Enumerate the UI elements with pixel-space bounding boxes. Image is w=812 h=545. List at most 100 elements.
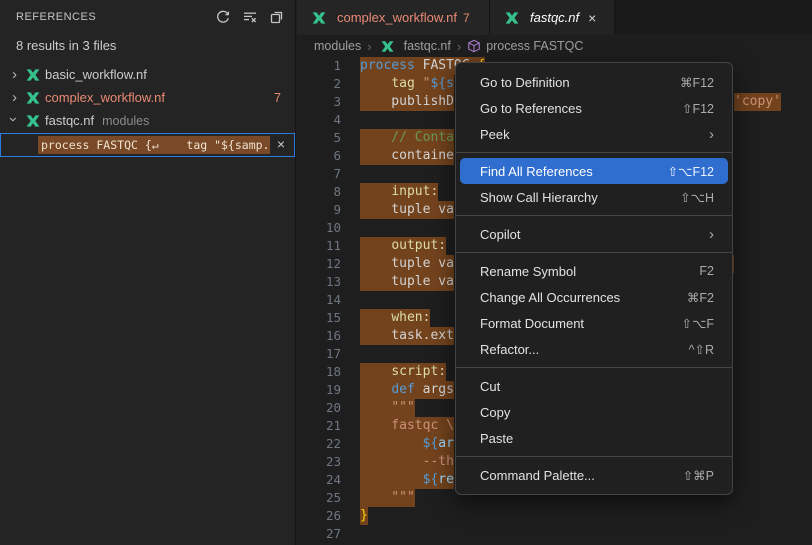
nextflow-icon: [380, 39, 395, 54]
menu-item-copy[interactable]: Copy: [456, 399, 732, 425]
code-line-text[interactable]: def args: [360, 381, 454, 399]
line-number: 2: [297, 75, 341, 93]
menu-item-shortcut: ⇧⌥H: [680, 190, 714, 205]
menu-item-shortcut: F2: [699, 264, 714, 278]
menu-item-peek[interactable]: Peek›: [456, 121, 732, 147]
menu-item-find-all-references[interactable]: Find All References⇧⌥F12: [460, 158, 728, 184]
menu-item-copilot[interactable]: Copilot›: [456, 221, 732, 247]
code-fragment-line-3: 'copy': [734, 93, 781, 111]
code-token: when:: [391, 310, 430, 325]
menu-item-label: Paste: [480, 431, 714, 446]
line-number: 26: [297, 507, 341, 525]
code-line-text[interactable]: // Conta: [360, 129, 454, 147]
code-line-text[interactable]: script:: [360, 363, 446, 381]
code-line-text[interactable]: """: [360, 489, 415, 507]
code-line-text[interactable]: publishD: [360, 93, 454, 111]
breadcrumb-label: modules: [314, 39, 361, 53]
tab-label: complex_workflow.nf: [337, 10, 457, 25]
breadcrumb-item-process-FASTQC[interactable]: process FASTQC: [467, 39, 583, 53]
code-line-text[interactable]: output:: [360, 237, 446, 255]
nextflow-icon: [25, 113, 41, 129]
menu-item-cut[interactable]: Cut: [456, 373, 732, 399]
code-line-text[interactable]: tuple va: [360, 273, 454, 291]
tab-complex-workflow[interactable]: complex_workflow.nf 7: [297, 0, 490, 35]
code-token: }: [360, 508, 368, 523]
code-line-text[interactable]: tuple va: [360, 201, 454, 219]
code-token: """: [360, 490, 415, 505]
line-number: 6: [297, 147, 341, 165]
code-line-text[interactable]: input:: [360, 183, 438, 201]
chevron-down-icon[interactable]: ›: [2, 111, 25, 128]
menu-item-show-call-hierarchy[interactable]: Show Call Hierarchy⇧⌥H: [456, 184, 732, 210]
menu-item-shortcut: ⇧⌥F: [681, 316, 714, 331]
code-line-text[interactable]: containe: [360, 147, 454, 165]
tree-file-row-complex_workflow-nf[interactable]: ›complex_workflow.nf7: [0, 86, 295, 109]
code-token: fastqc \: [360, 418, 454, 433]
menu-item-shortcut: ⌘F12: [680, 75, 714, 90]
line-number: 23: [297, 453, 341, 471]
line-number: 20: [297, 399, 341, 417]
code-token: task.ext: [360, 328, 454, 343]
line-number: 4: [297, 111, 341, 129]
menu-item-rename-symbol[interactable]: Rename SymbolF2: [456, 258, 732, 284]
code-line-text[interactable]: """: [360, 399, 415, 417]
menu-item-go-to-definition[interactable]: Go to Definition⌘F12: [456, 69, 732, 95]
code-line-text[interactable]: tuple va: [360, 255, 454, 273]
tab-label: fastqc.nf: [530, 10, 579, 25]
code-line-text[interactable]: fastqc \: [360, 417, 454, 435]
code-token: tag: [391, 76, 414, 91]
line-number: 25: [297, 489, 341, 507]
menu-item-refactor[interactable]: Refactor...^⇧R: [456, 336, 732, 362]
line-number: 9: [297, 201, 341, 219]
tree-file-row-basic_workflow-nf[interactable]: ›basic_workflow.nf: [0, 63, 295, 86]
chevron-right-icon[interactable]: ›: [6, 63, 23, 86]
menu-item-paste[interactable]: Paste: [456, 425, 732, 451]
code-token: output:: [391, 238, 446, 253]
code-token: --th: [360, 454, 454, 469]
code-token: // Conta: [360, 130, 454, 145]
breadcrumb-separator-icon: ›: [457, 39, 461, 54]
menu-item-go-to-references[interactable]: Go to References⇧F12: [456, 95, 732, 121]
menu-item-label: Go to Definition: [480, 75, 680, 90]
menu-item-change-all-occurrences[interactable]: Change All Occurrences⌘F2: [456, 284, 732, 310]
breadcrumb-item-modules[interactable]: modules: [314, 39, 361, 53]
menu-separator: [456, 367, 732, 368]
menu-item-label: Find All References: [480, 164, 668, 179]
menu-separator: [456, 252, 732, 253]
line-number: 21: [297, 417, 341, 435]
references-sidebar: REFERENCES 8 results in 3 files ›basic_w…: [0, 0, 296, 545]
chevron-right-icon[interactable]: ›: [6, 86, 23, 109]
clear-all-icon[interactable]: [240, 7, 260, 27]
code-line-text[interactable]: }: [360, 507, 368, 525]
menu-item-format-document[interactable]: Format Document⇧⌥F: [456, 310, 732, 336]
nextflow-icon: [311, 10, 327, 26]
code-line-text[interactable]: when:: [360, 309, 430, 327]
code-line-text[interactable]: --th: [360, 453, 454, 471]
reference-result-item[interactable]: process FASTQC {↵ tag "${samp... ×: [0, 133, 295, 157]
menu-item-shortcut: ⌘F2: [687, 290, 714, 305]
refresh-icon[interactable]: [213, 7, 233, 27]
dismiss-result-icon[interactable]: ×: [277, 136, 285, 152]
breadcrumb-item-fastqc-nf[interactable]: fastqc.nf: [378, 39, 451, 54]
code-line-text[interactable]: ${re: [360, 471, 454, 489]
tree-file-row-fastqc-nf[interactable]: ›fastqc.nfmodules: [0, 109, 295, 132]
code-token: def: [391, 382, 414, 397]
submenu-chevron-icon: ›: [709, 126, 714, 143]
references-toolbar: [213, 7, 287, 27]
menu-item-label: Rename Symbol: [480, 264, 699, 279]
references-header: REFERENCES: [0, 0, 295, 34]
code-token: [360, 364, 391, 379]
results-summary: 8 results in 3 files: [0, 34, 295, 61]
tab-fastqc[interactable]: fastqc.nf ×: [490, 0, 615, 35]
line-number: 24: [297, 471, 341, 489]
code-line-text[interactable]: ${ar: [360, 435, 454, 453]
code-line-text[interactable]: tag "${s: [360, 75, 454, 93]
tab-close-icon[interactable]: ×: [588, 10, 596, 26]
code-token: containe: [360, 148, 454, 163]
menu-item-label: Format Document: [480, 316, 681, 331]
menu-item-command-palette[interactable]: Command Palette...⇧⌘P: [456, 462, 732, 488]
nextflow-icon: [25, 67, 41, 83]
code-line-text[interactable]: task.ext: [360, 327, 454, 345]
collapse-all-icon[interactable]: [267, 7, 287, 27]
line-number: 15: [297, 309, 341, 327]
